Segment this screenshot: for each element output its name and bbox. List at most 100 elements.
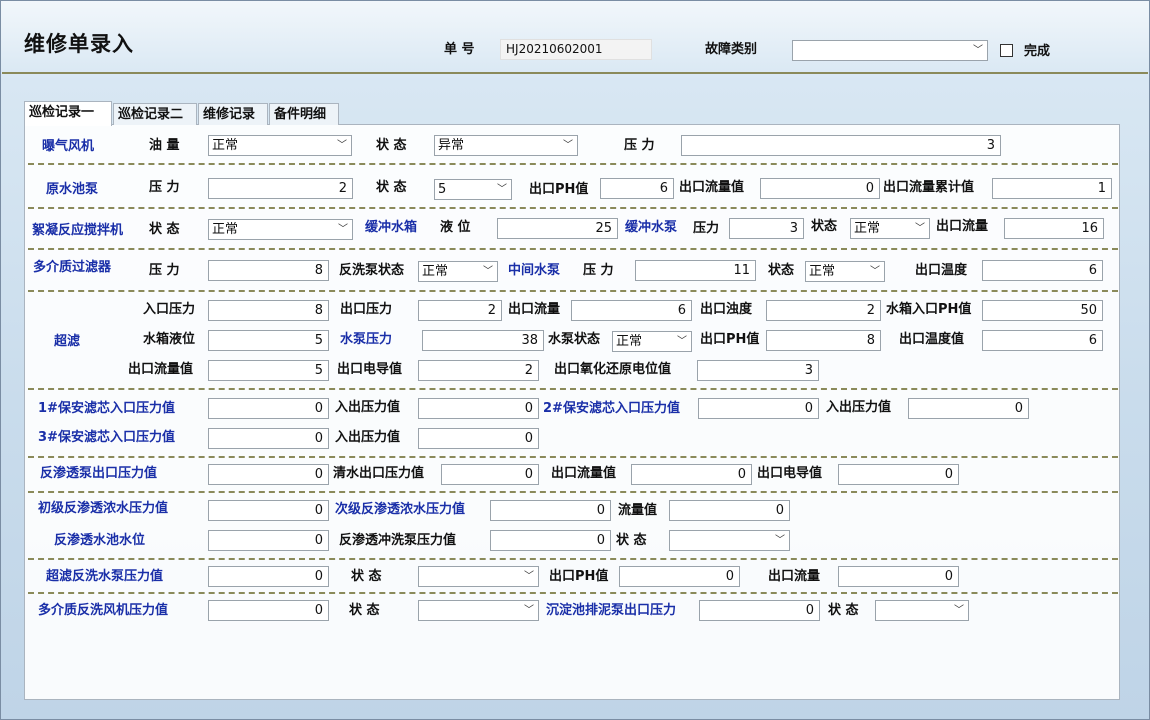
fault-type-select[interactable]: ﹀: [792, 40, 988, 61]
ro-first-input[interactable]: 0: [208, 500, 329, 521]
uf-out-ph-input[interactable]: 8: [766, 330, 881, 351]
ro-flow-input[interactable]: 0: [631, 464, 752, 485]
chevron-down-icon: ﹀: [563, 140, 573, 151]
uf-tank-level-input[interactable]: 5: [208, 330, 329, 351]
buffer-level-input[interactable]: 25: [497, 218, 618, 239]
order-no-field[interactable]: HJ20210602001: [500, 39, 652, 60]
raw-pump-flow-total-label: 出口流量累计值: [883, 180, 975, 195]
uf-out-pressure-input[interactable]: 2: [418, 300, 502, 321]
backwash-state-value: 正常: [422, 264, 449, 279]
uf-out-pressure-label: 出口压力: [340, 302, 393, 317]
cartridge-1-out-input[interactable]: 0: [418, 398, 539, 419]
buffer-tank-title: 缓冲水箱: [365, 220, 418, 235]
raw-pump-ph-input[interactable]: 6: [600, 178, 674, 199]
sludge-state-select[interactable]: ﹀: [875, 600, 969, 621]
chevron-down-icon: ﹀: [497, 184, 507, 195]
mm-backwash-pressure-input[interactable]: 0: [208, 600, 329, 621]
chevron-down-icon: ﹀: [524, 571, 534, 582]
uf-backwash-title: 超滤反洗水泵压力值: [46, 569, 164, 584]
uf-out-flow-value-label: 出口流量值: [128, 362, 194, 377]
uf-backwash-ph-label: 出口PH值: [549, 569, 609, 584]
ro-second-label: 次级反渗透浓水压力值: [335, 502, 466, 517]
sludge-pump-input[interactable]: 0: [699, 600, 820, 621]
chevron-down-icon: ﹀: [954, 605, 964, 616]
uf-out-temp-input[interactable]: 6: [982, 330, 1103, 351]
uf-turbidity-label: 出口浊度: [700, 302, 753, 317]
cartridge-2-out-input[interactable]: 0: [908, 398, 1029, 419]
uf-orp-input[interactable]: 3: [697, 360, 819, 381]
ro-state-select[interactable]: ﹀: [669, 530, 790, 551]
uf-backwash-pressure-input[interactable]: 0: [208, 566, 329, 587]
ro-second-input[interactable]: 0: [490, 500, 611, 521]
uf-backwash-flow-input[interactable]: 0: [838, 566, 959, 587]
sludge-pump-label: 沉淀池排泥泵出口压力: [546, 603, 677, 618]
aeration-oil-label: 油 量: [149, 138, 180, 153]
mm-backwash-state-select[interactable]: ﹀: [418, 600, 539, 621]
buffer-pump-state-select[interactable]: 正常 ﹀: [850, 218, 930, 239]
chevron-down-icon: ﹀: [338, 224, 348, 235]
uf-backwash-state-select[interactable]: ﹀: [418, 566, 539, 587]
header-divider: [2, 72, 1148, 74]
ro-clear-input[interactable]: 0: [441, 464, 539, 485]
divider: [28, 491, 1118, 493]
mid-pump-pressure-label: 压 力: [583, 263, 614, 278]
cartridge-1-input[interactable]: 0: [208, 398, 329, 419]
ro-tank-input[interactable]: 0: [208, 530, 329, 551]
cartridge-1-out-label: 入出压力值: [335, 400, 401, 415]
uf-out-flow-input[interactable]: 6: [571, 300, 692, 321]
uf-out-flow-value-input[interactable]: 5: [208, 360, 329, 381]
buffer-pump-pressure-input[interactable]: 3: [729, 218, 804, 239]
ro-cond-input[interactable]: 0: [838, 464, 959, 485]
mm-backwash-state-label: 状 态: [349, 603, 380, 618]
mid-temp-input[interactable]: 6: [982, 260, 1103, 281]
tab-spare-parts[interactable]: 备件明细: [269, 103, 339, 125]
chevron-down-icon: ﹀: [915, 223, 925, 234]
buffer-flow-input[interactable]: 16: [1004, 218, 1104, 239]
raw-pump-flow-input[interactable]: 0: [760, 178, 880, 199]
ro-flow-value-input[interactable]: 0: [669, 500, 790, 521]
tab-inspection-1[interactable]: 巡检记录一: [24, 101, 112, 126]
raw-pump-pressure-input[interactable]: 2: [208, 178, 353, 199]
tab-repair[interactable]: 维修记录: [198, 103, 268, 125]
flocculation-state-select[interactable]: 正常 ﹀: [208, 219, 353, 240]
aeration-state-select[interactable]: 异常 ﹀: [434, 135, 578, 156]
uf-pump-state-select[interactable]: 正常 ﹀: [612, 331, 692, 352]
buffer-pump-state-value: 正常: [854, 221, 881, 236]
uf-conductivity-input[interactable]: 2: [418, 360, 539, 381]
multimedia-pressure-input[interactable]: 8: [208, 260, 329, 281]
cartridge-2-input[interactable]: 0: [698, 398, 819, 419]
uf-backwash-ph-input[interactable]: 0: [619, 566, 740, 587]
divider: [28, 207, 1118, 209]
uf-tank-ph-input[interactable]: 50: [982, 300, 1103, 321]
aeration-pressure-input[interactable]: 3: [681, 135, 1001, 156]
aeration-title: 曝气风机: [42, 139, 95, 154]
ro-pump-pressure-input[interactable]: 0: [208, 464, 329, 485]
cartridge-3-out-input[interactable]: 0: [418, 428, 539, 449]
uf-pump-pressure-input[interactable]: 38: [422, 330, 544, 351]
backwash-state-select[interactable]: 正常 ﹀: [418, 261, 498, 282]
aeration-state-label: 状 态: [376, 138, 407, 153]
uf-in-pressure-input[interactable]: 8: [208, 300, 329, 321]
divider: [28, 558, 1118, 560]
ro-state-label: 状 态: [616, 533, 647, 548]
complete-checkbox[interactable]: [1000, 44, 1013, 57]
uf-orp-label: 出口氧化还原电位值: [554, 362, 672, 377]
uf-in-pressure-label: 入口压力: [143, 302, 196, 317]
aeration-oil-select[interactable]: 正常 ﹀: [208, 135, 352, 156]
uf-tank-level-label: 水箱液位: [143, 332, 196, 347]
raw-pump-flow-total-input[interactable]: 1: [992, 178, 1112, 199]
divider: [28, 456, 1118, 458]
aeration-pressure-label: 压 力: [624, 138, 655, 153]
cartridge-3-out-label: 入出压力值: [335, 430, 401, 445]
raw-pump-state-select[interactable]: 5 ﹀: [434, 179, 512, 200]
ro-flush-label: 反渗透冲洗泵压力值: [339, 533, 457, 548]
tab-inspection-2[interactable]: 巡检记录二: [113, 103, 197, 125]
mid-pump-state-select[interactable]: 正常 ﹀: [805, 261, 885, 282]
mid-pump-pressure-input[interactable]: 11: [635, 260, 756, 281]
mm-backwash-title: 多介质反洗风机压力值: [38, 603, 169, 618]
page-title: 维修单录入: [24, 32, 134, 56]
cartridge-3-input[interactable]: 0: [208, 428, 329, 449]
backwash-state-label: 反洗泵状态: [339, 263, 405, 278]
ro-flush-input[interactable]: 0: [490, 530, 611, 551]
uf-turbidity-input[interactable]: 2: [766, 300, 881, 321]
